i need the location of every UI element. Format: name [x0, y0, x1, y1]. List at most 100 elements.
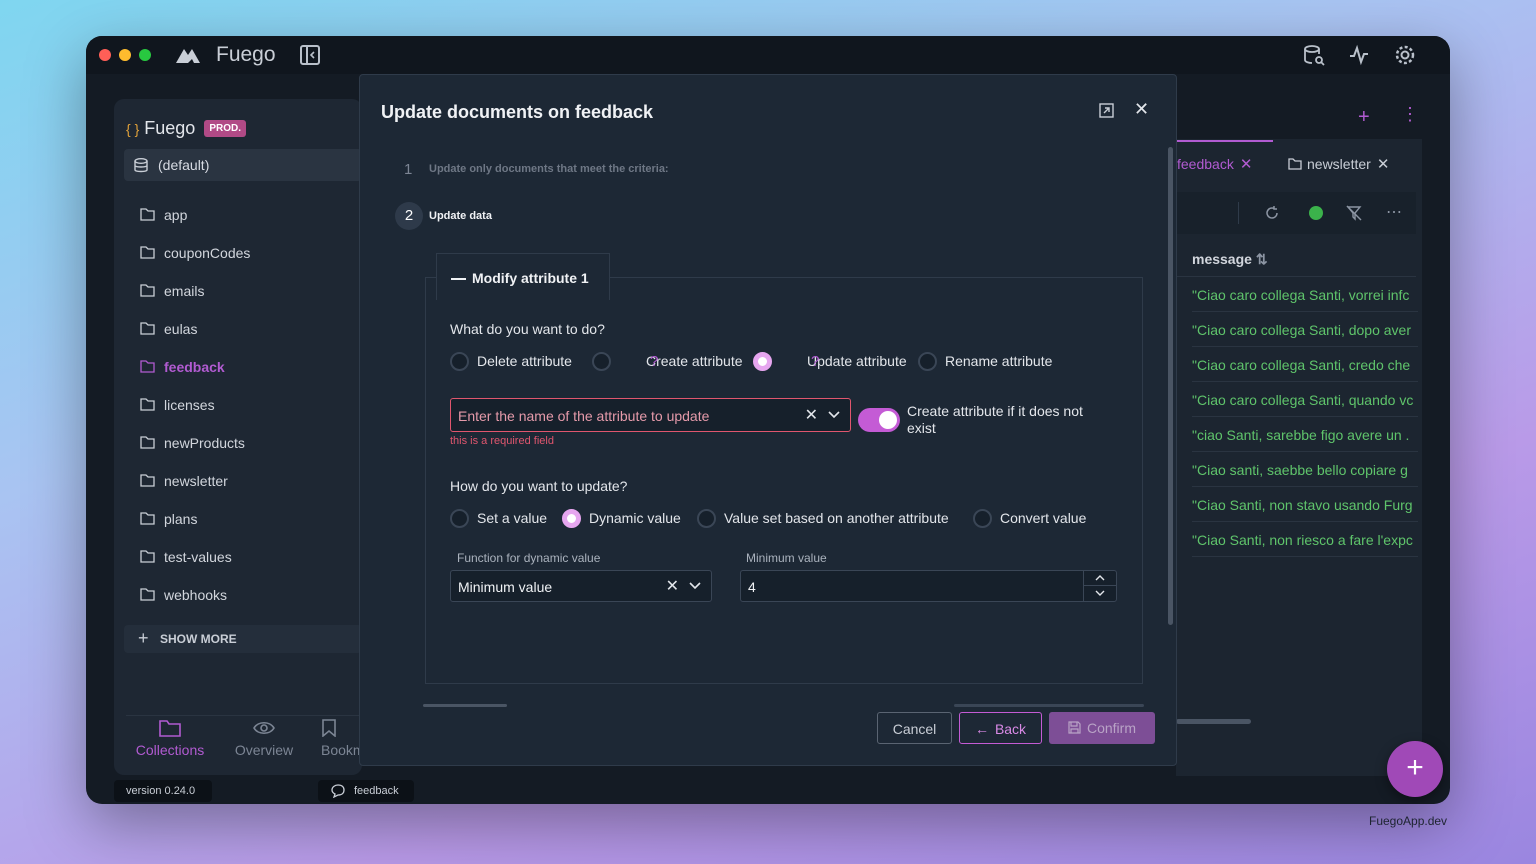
- nav-tab-bookmarks[interactable]: Bookm: [310, 719, 365, 758]
- folder-icon: [140, 360, 155, 373]
- add-tab-icon[interactable]: +: [1358, 106, 1370, 129]
- sidebar-toggle-icon[interactable]: [299, 44, 321, 66]
- sidebar-item-label: test-values: [164, 549, 232, 565]
- minimum-value-input[interactable]: 4: [740, 570, 1117, 602]
- folder-icon: [140, 398, 155, 411]
- minimum-label: Minimum value: [746, 551, 827, 565]
- step-1-label[interactable]: Update only documents that meet the crit…: [429, 163, 669, 175]
- divider: [1238, 202, 1239, 224]
- folder-icon: [1288, 158, 1302, 170]
- radio-label: Dynamic value: [589, 510, 681, 526]
- nav-tab-collections[interactable]: Collections: [122, 719, 218, 758]
- cancel-button[interactable]: Cancel: [877, 712, 952, 744]
- tab-label: feedback: [1177, 156, 1234, 172]
- nav-tab-overview[interactable]: Overview: [218, 719, 310, 758]
- attribute-name-input[interactable]: Enter the name of the attribute to updat…: [450, 398, 851, 432]
- version-label: version 0.24.0: [114, 780, 212, 802]
- table-row[interactable]: "Ciao Santi, non stavo usando Furg: [1192, 487, 1418, 522]
- folder-icon: [140, 246, 155, 259]
- project-header: { } Fuego PROD.: [126, 118, 246, 139]
- horizontal-scrollbar[interactable]: [1176, 719, 1251, 724]
- create-if-missing-toggle[interactable]: [858, 408, 900, 432]
- radio-label: Rename attribute: [945, 353, 1053, 369]
- sidebar-item-label: feedback: [164, 359, 225, 375]
- chevron-down-icon[interactable]: [1095, 590, 1105, 596]
- sidebar-item-label: newProducts: [164, 435, 245, 451]
- save-icon: [1068, 721, 1081, 734]
- close-icon[interactable]: ✕: [1134, 99, 1149, 120]
- table-row[interactable]: "Ciao caro collega Santi, vorrei infc: [1192, 277, 1418, 312]
- expand-icon[interactable]: [1099, 103, 1114, 118]
- show-more-button[interactable]: + SHOW MORE: [124, 625, 362, 653]
- database-name: (default): [158, 157, 210, 173]
- table-row[interactable]: "Ciao santi, saebbe bello copiare g: [1192, 452, 1418, 487]
- step-1-number: 1: [404, 161, 413, 178]
- column-header-message[interactable]: message ⇅: [1192, 251, 1268, 268]
- tab-newsletter[interactable]: newsletter ✕: [1288, 155, 1389, 173]
- activity-icon[interactable]: [1348, 44, 1370, 66]
- table-row[interactable]: "Ciao caro collega Santi, quando vc: [1192, 382, 1418, 417]
- progress-track: [423, 704, 507, 707]
- chevron-up-icon[interactable]: [1095, 575, 1105, 581]
- sidebar-item-label: eulas: [164, 321, 198, 337]
- settings-gear-icon[interactable]: [1394, 44, 1416, 66]
- radio-circle: [592, 352, 611, 371]
- section-toggle[interactable]: Modify attribute 1: [436, 253, 610, 300]
- back-button[interactable]: ← Back: [959, 712, 1042, 744]
- table-row[interactable]: "Ciao caro collega Santi, dopo aver: [1192, 312, 1418, 347]
- add-document-fab[interactable]: +: [1387, 741, 1443, 797]
- divider: [1084, 585, 1116, 586]
- nav-tab-label: Collections: [135, 742, 205, 758]
- radio-circle: [973, 509, 992, 528]
- folder-icon: [140, 208, 155, 221]
- close-window-button[interactable]: [99, 49, 111, 61]
- toggle-knob: [879, 411, 897, 429]
- app-name: Fuego: [216, 43, 276, 66]
- close-tab-icon[interactable]: ✕: [1240, 156, 1253, 173]
- nav-tab-label: Overview: [234, 742, 294, 758]
- more-horizontal-icon[interactable]: ⋯: [1386, 202, 1402, 222]
- chevron-down-icon[interactable]: [689, 582, 701, 590]
- footer-url: FuegoApp.dev: [1369, 814, 1448, 828]
- table-row[interactable]: "Ciao Santi, non riesco a fare l'expc: [1192, 522, 1418, 557]
- progress-track: [954, 704, 1144, 707]
- close-tab-icon[interactable]: ✕: [1377, 156, 1390, 173]
- tab-label: newsletter: [1307, 156, 1371, 172]
- radio-label: Update attribute: [807, 353, 907, 369]
- radio-circle: [918, 352, 937, 371]
- radio-label: Create attribute: [646, 353, 743, 369]
- table-row[interactable]: "Ciao caro collega Santi, credo che: [1192, 347, 1418, 382]
- clear-icon[interactable]: ✕: [666, 576, 679, 596]
- sort-icon[interactable]: ⇅: [1256, 251, 1268, 267]
- help-icon[interactable]: ?: [811, 353, 819, 370]
- folder-icon: [140, 474, 155, 487]
- radio-circle: [450, 509, 469, 528]
- filter-off-icon[interactable]: [1346, 205, 1362, 221]
- minimize-window-button[interactable]: [119, 49, 131, 61]
- confirm-button[interactable]: Confirm: [1049, 712, 1155, 744]
- chat-icon: [331, 784, 345, 798]
- fuego-logo-icon: [176, 49, 200, 63]
- title-bar: Fuego: [86, 36, 1450, 74]
- more-options-icon[interactable]: ⋮: [1401, 104, 1419, 125]
- attribute-error: this is a required field: [450, 435, 554, 447]
- step-2-label[interactable]: Update data: [429, 210, 492, 222]
- database-search-icon[interactable]: [1303, 44, 1325, 66]
- feedback-button[interactable]: feedback: [318, 780, 414, 802]
- sidebar-item-label: plans: [164, 511, 198, 527]
- env-badge: PROD.: [204, 120, 246, 137]
- table-row[interactable]: "ciao Santi, sarebbe figo avere un .: [1192, 417, 1418, 452]
- database-selector[interactable]: (default): [124, 149, 362, 181]
- tab-feedback[interactable]: feedback ✕: [1177, 155, 1252, 173]
- help-icon[interactable]: ?: [650, 353, 658, 370]
- eye-icon: [253, 721, 275, 735]
- clear-icon[interactable]: ✕: [805, 405, 818, 425]
- chevron-down-icon[interactable]: [828, 411, 840, 419]
- maximize-window-button[interactable]: [139, 49, 151, 61]
- dialog-scrollbar[interactable]: [1168, 147, 1173, 625]
- radio-circle: [450, 352, 469, 371]
- number-stepper[interactable]: [1083, 571, 1116, 601]
- refresh-icon[interactable]: [1264, 205, 1280, 221]
- collapse-icon: [451, 278, 466, 280]
- function-select[interactable]: Minimum value ✕: [450, 570, 712, 602]
